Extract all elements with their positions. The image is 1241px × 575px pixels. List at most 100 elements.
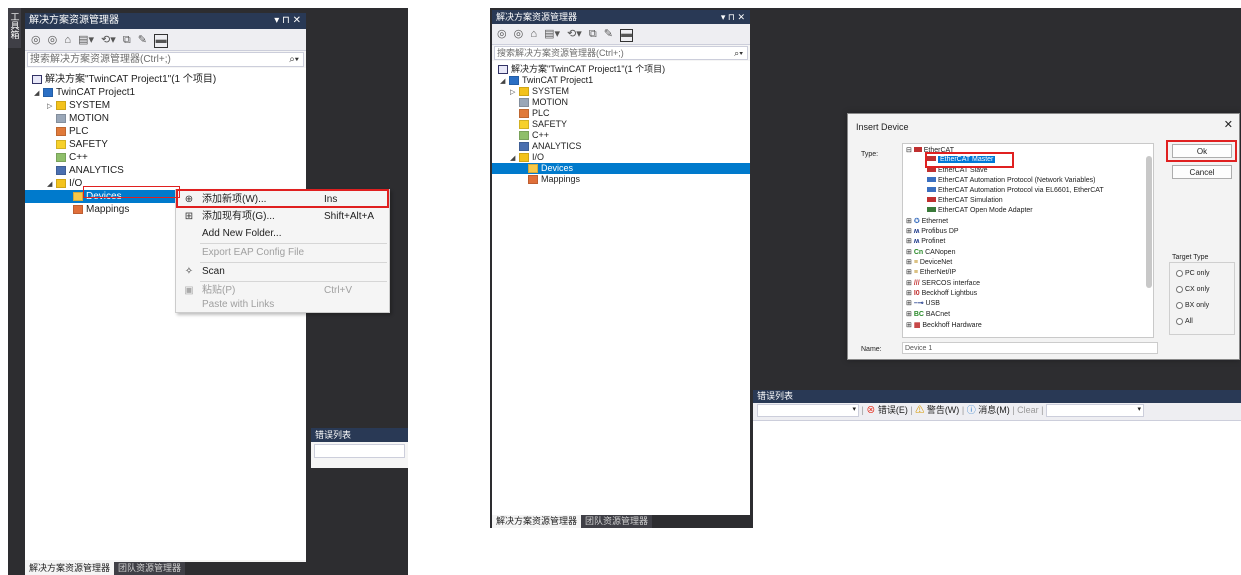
left-title-buttons[interactable]: ▾ ⊓ ✕: [274, 13, 301, 29]
radio-pc-only[interactable]: PC only: [1176, 269, 1210, 279]
project-icon: [43, 87, 53, 97]
left-toolbox-side-tab[interactable]: 工具箱: [8, 8, 21, 48]
type-item-lightbus[interactable]: ⊞ I0 Beckhoff Lightbus: [906, 289, 977, 299]
radio-cx-only[interactable]: CX only: [1176, 285, 1210, 295]
tree-item-system[interactable]: ▷ SYSTEM: [510, 86, 569, 97]
type-item-ethernetip[interactable]: ⊞ ≡ EtherNet/IP: [906, 268, 956, 278]
home-icon[interactable]: ⌂: [530, 25, 537, 43]
type-list-scrollbar[interactable]: [1146, 156, 1152, 288]
profinet-icon: ʍ: [913, 238, 920, 245]
right-search-input[interactable]: 搜索解决方案资源管理器(Ctrl+;) ⌕▾: [494, 46, 748, 60]
devices-icon: [73, 191, 83, 201]
type-item-bacnet[interactable]: ⊞ BC BACnet: [906, 310, 950, 320]
left-bottom-tabs: 解决方案资源管理器 团队资源管理器: [25, 562, 306, 575]
type-item-ethercat-simulation[interactable]: EtherCAT Simulation: [927, 196, 1003, 206]
error-scope-dropdown[interactable]: ▾: [757, 404, 859, 418]
tab-solution-explorer[interactable]: 解决方案资源管理器: [25, 562, 115, 575]
tree-item-mappings[interactable]: Mappings: [73, 203, 129, 216]
type-item-canopen[interactable]: ⊞ Cn CANopen: [906, 248, 955, 258]
type-item-sercos[interactable]: ⊞ /// SERCOS interface: [906, 279, 980, 289]
sync-icon[interactable]: ⧉: [589, 25, 597, 43]
tree-item-cpp[interactable]: C++: [56, 151, 88, 164]
preview-icon[interactable]: ▬: [154, 34, 169, 48]
tree-item-plc[interactable]: PLC: [519, 108, 550, 119]
tree-item-project[interactable]: ◢ TwinCAT Project1: [500, 75, 593, 86]
name-input-value: Device 1: [905, 345, 933, 352]
back-icon[interactable]: ◎: [31, 31, 41, 49]
errors-filter-button[interactable]: ⊗ 错误(E): [866, 405, 908, 415]
tree-item-system[interactable]: ▷ SYSTEM: [47, 99, 110, 112]
tree-item-analytics[interactable]: ANALYTICS: [519, 141, 581, 152]
history-icon[interactable]: ⟲▾: [101, 31, 116, 49]
right-search-icon[interactable]: ⌕▾: [734, 47, 743, 59]
dialog-close-icon[interactable]: ✕: [1224, 118, 1233, 131]
forward-icon[interactable]: ◎: [514, 25, 524, 43]
tree-item-io[interactable]: ◢ I/O: [47, 177, 82, 190]
io-icon: [519, 153, 529, 163]
tab-team-explorer[interactable]: 团队资源管理器: [114, 562, 186, 575]
motion-icon: [56, 113, 66, 123]
clear-button[interactable]: Clear: [1017, 405, 1039, 415]
history-icon[interactable]: ⟲▾: [567, 25, 582, 43]
error-icon: ⊗: [866, 405, 876, 415]
radio-all[interactable]: All: [1176, 317, 1193, 327]
tree-item-safety[interactable]: SAFETY: [519, 119, 567, 130]
warnings-filter-button[interactable]: ⚠ 警告(W): [915, 405, 959, 415]
forward-icon[interactable]: ◎: [48, 31, 58, 49]
tree-item-plc[interactable]: PLC: [56, 125, 88, 138]
radio-bx-only[interactable]: BX only: [1176, 301, 1209, 311]
type-item-devicenet[interactable]: ⊞ ≡ DeviceNet: [906, 258, 952, 268]
messages-filter-button[interactable]: ⓘ 消息(M): [967, 405, 1010, 415]
type-item-profibus[interactable]: ⊞ ʍ Profibus DP: [906, 227, 959, 237]
switch-views-icon[interactable]: ▤▾: [78, 31, 94, 49]
preview-icon[interactable]: ▬: [620, 29, 634, 42]
type-item-usb[interactable]: ⊞ –⊸ USB: [906, 299, 940, 309]
back-icon[interactable]: ◎: [497, 25, 507, 43]
beckhoff-hardware-icon: ▦: [913, 322, 921, 329]
left-search-icon[interactable]: ⌕▾: [289, 53, 299, 66]
collapse-icon[interactable]: ◢: [34, 87, 43, 100]
right-error-list: 错误列表 ▾ | ⊗ 错误(E) | ⚠ 警告(W) | ⓘ 消息(M) | C…: [753, 390, 1241, 528]
menu-item-scan[interactable]: ✧ Scan: [176, 263, 389, 280]
type-item-profinet[interactable]: ⊞ ʍ Profinet: [906, 237, 945, 247]
tree-item-solution[interactable]: 解决方案"TwinCAT Project1"(1 个项目): [498, 64, 665, 75]
tree-item-cpp[interactable]: C++: [519, 130, 549, 141]
sync-icon[interactable]: ⧉: [123, 31, 131, 49]
properties-wrench-icon[interactable]: ✎: [604, 25, 613, 43]
tab-solution-explorer[interactable]: 解决方案资源管理器: [492, 515, 582, 528]
mappings-icon: [73, 204, 83, 214]
expand-icon[interactable]: ▷: [47, 100, 56, 113]
tree-item-devices[interactable]: Devices: [492, 163, 750, 174]
tree-item-project[interactable]: ◢ TwinCAT Project1: [34, 86, 135, 99]
tab-team-explorer[interactable]: 团队资源管理器: [581, 515, 653, 528]
device-type-list[interactable]: ⊟ EtherCAT EtherCAT Master EtherCAT Slav…: [902, 143, 1154, 338]
right-title-buttons[interactable]: ▾ ⊓ ✕: [721, 10, 745, 24]
type-item-open-mode-adapter[interactable]: EtherCAT Open Mode Adapter: [927, 206, 1033, 216]
devicenet-icon: ≡: [913, 259, 918, 266]
type-item-ethernet[interactable]: ⊞ ✪ Ethernet: [906, 217, 948, 227]
menu-item-add-existing[interactable]: ⊞ 添加现有项(G)... Shift+Alt+A: [176, 208, 389, 225]
type-item-eap-el6601[interactable]: EtherCAT Automation Protocol via EL6601,…: [927, 186, 1104, 196]
left-error-filter-dropdown[interactable]: [314, 444, 405, 458]
type-item-beckhoff-hardware[interactable]: ⊞ ▦ Beckhoff Hardware: [906, 321, 982, 331]
menu-item-add-folder[interactable]: Add New Folder...: [176, 225, 389, 242]
expand-icon[interactable]: ▷: [510, 87, 519, 98]
tree-item-mappings[interactable]: Mappings: [528, 174, 580, 185]
cancel-button[interactable]: Cancel: [1172, 165, 1232, 179]
info-icon: ⓘ: [966, 405, 976, 415]
left-error-list-title: 错误列表: [311, 428, 408, 442]
home-icon[interactable]: ⌂: [64, 31, 71, 49]
properties-wrench-icon[interactable]: ✎: [138, 31, 147, 49]
tree-item-solution[interactable]: 解决方案"TwinCAT Project1"(1 个项目): [32, 73, 216, 86]
type-item-eap-network-variables[interactable]: EtherCAT Automation Protocol (Network Va…: [927, 176, 1096, 186]
switch-views-icon[interactable]: ▤▾: [544, 25, 560, 43]
tree-item-safety[interactable]: SAFETY: [56, 138, 108, 151]
left-search-input[interactable]: 搜索解决方案资源管理器(Ctrl+;) ⌕▾: [27, 52, 304, 67]
tree-item-io[interactable]: ◢ I/O: [510, 152, 544, 163]
build-filter-dropdown[interactable]: ▾: [1045, 404, 1144, 418]
name-input[interactable]: Device 1: [902, 342, 1158, 354]
tree-item-motion[interactable]: MOTION: [519, 97, 568, 108]
collapse-icon[interactable]: ◢: [500, 76, 509, 87]
tree-item-analytics[interactable]: ANALYTICS: [56, 164, 124, 177]
tree-item-motion[interactable]: MOTION: [56, 112, 109, 125]
